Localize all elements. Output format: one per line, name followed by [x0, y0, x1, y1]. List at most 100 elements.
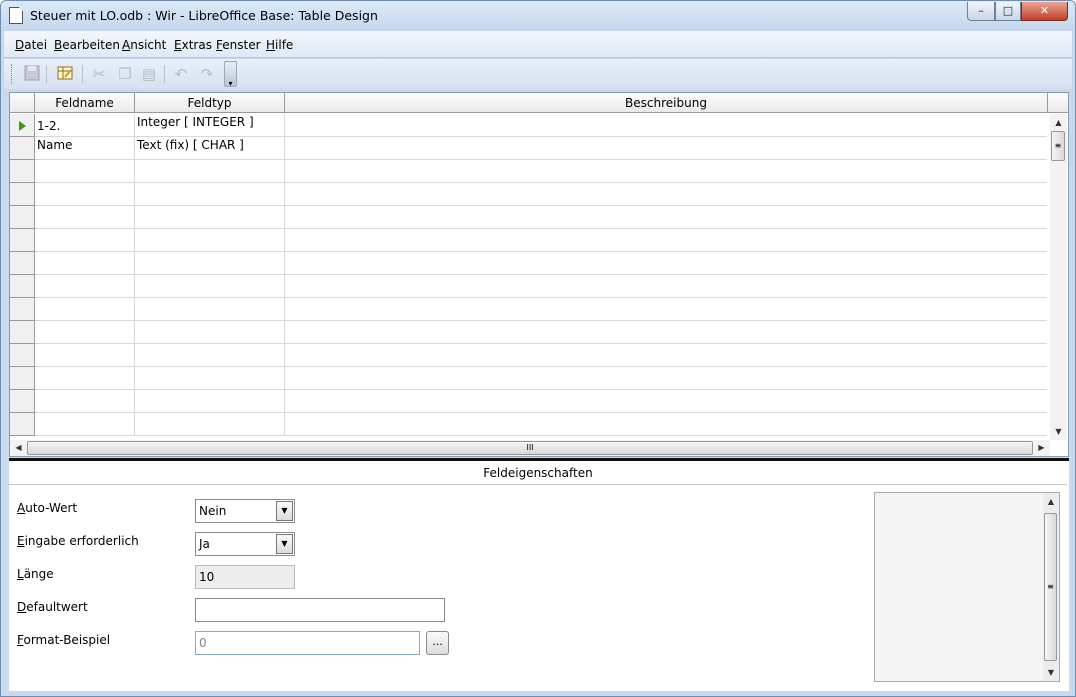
table-row[interactable]: [10, 390, 1047, 413]
undo-icon[interactable]: ↶: [171, 64, 191, 84]
table-row[interactable]: [10, 160, 1047, 183]
cell-feldtyp[interactable]: Integer [ INTEGER ]: [135, 114, 285, 137]
scroll-down-icon[interactable]: ▼: [1050, 423, 1067, 440]
row-header[interactable]: [10, 183, 35, 206]
cell-feldtyp[interactable]: [135, 252, 285, 275]
cell-beschreibung[interactable]: [285, 114, 1047, 137]
row-header[interactable]: [10, 252, 35, 275]
row-header[interactable]: [10, 275, 35, 298]
cell-feldtyp[interactable]: [135, 344, 285, 367]
row-header[interactable]: [10, 390, 35, 413]
cell-feldtyp[interactable]: [135, 413, 285, 436]
row-header[interactable]: [10, 206, 35, 229]
cell-feldname[interactable]: [35, 183, 135, 206]
scroll-up-icon[interactable]: ▲: [1050, 114, 1067, 131]
cut-icon[interactable]: ✂: [89, 64, 109, 84]
column-header-feldname[interactable]: Feldname: [35, 93, 135, 113]
menu-fenster[interactable]: Fenster: [216, 38, 261, 52]
cell-feldname[interactable]: [35, 298, 135, 321]
row-header[interactable]: [10, 137, 35, 160]
cell-feldtyp[interactable]: [135, 160, 285, 183]
copy-icon[interactable]: ❐: [115, 64, 135, 84]
table-row[interactable]: [10, 344, 1047, 367]
cell-feldname[interactable]: Name: [35, 137, 135, 160]
edit-index-icon[interactable]: [55, 64, 75, 84]
row-header[interactable]: [10, 413, 35, 436]
maximize-button[interactable]: □: [995, 2, 1021, 21]
cell-feldtyp[interactable]: [135, 321, 285, 344]
menu-ansicht[interactable]: Ansicht: [122, 38, 166, 52]
cell-feldtyp[interactable]: [135, 206, 285, 229]
scroll-up-icon[interactable]: ▲: [1043, 493, 1059, 510]
cell-feldname[interactable]: [35, 321, 135, 344]
redo-icon[interactable]: ↷: [197, 64, 217, 84]
horizontal-scrollbar[interactable]: ◀ III ▶: [10, 440, 1050, 456]
cell-feldname[interactable]: 1-2.: [35, 114, 135, 137]
table-row[interactable]: 1-2. Integer [ INTEGER ]: [10, 114, 1047, 137]
table-row[interactable]: [10, 413, 1047, 436]
row-header[interactable]: [10, 160, 35, 183]
cell-feldname[interactable]: [35, 206, 135, 229]
cell-feldtyp[interactable]: [135, 367, 285, 390]
format-beispiel-field[interactable]: 0: [195, 631, 420, 655]
row-header[interactable]: [10, 321, 35, 344]
scroll-right-icon[interactable]: ▶: [1033, 440, 1050, 456]
defaultwert-field[interactable]: [195, 598, 445, 622]
auto-wert-select[interactable]: Nein ▼: [195, 499, 295, 523]
vertical-scrollbar[interactable]: ▲ ≡ ▼: [1050, 114, 1067, 440]
cell-beschreibung[interactable]: [285, 137, 1047, 160]
cell-feldtyp[interactable]: Text (fix) [ CHAR ]: [135, 137, 285, 160]
cell-feldtyp[interactable]: [135, 298, 285, 321]
row-header[interactable]: [10, 229, 35, 252]
scroll-down-icon[interactable]: ▼: [1043, 664, 1059, 681]
table-row[interactable]: [10, 298, 1047, 321]
cell-feldtyp[interactable]: [135, 229, 285, 252]
cell-feldname[interactable]: [35, 275, 135, 298]
cell-feldtyp[interactable]: [135, 275, 285, 298]
table-row[interactable]: [10, 229, 1047, 252]
help-scrollbar[interactable]: ▲ ≡ ▼: [1043, 493, 1059, 681]
table-row[interactable]: [10, 275, 1047, 298]
chevron-down-icon[interactable]: ▼: [276, 534, 293, 554]
cell-feldname[interactable]: [35, 413, 135, 436]
eingabe-erforderlich-select[interactable]: Ja ▼: [195, 532, 295, 556]
laenge-field[interactable]: 10: [195, 565, 295, 589]
row-header[interactable]: [10, 114, 35, 137]
column-header-feldtyp[interactable]: Feldtyp: [135, 93, 285, 113]
cell-feldtyp[interactable]: [135, 390, 285, 413]
menu-bearbeiten[interactable]: Bearbeiten: [54, 38, 120, 52]
horizontal-scroll-thumb[interactable]: III: [27, 441, 1033, 455]
vertical-scroll-thumb[interactable]: ≡: [1051, 131, 1065, 161]
column-header-beschreibung[interactable]: Beschreibung: [285, 93, 1048, 113]
table-row[interactable]: [10, 321, 1047, 344]
minimize-button[interactable]: –: [967, 2, 995, 21]
chevron-down-icon[interactable]: ▼: [276, 501, 293, 521]
table-row[interactable]: [10, 367, 1047, 390]
close-button[interactable]: ✕: [1021, 2, 1068, 21]
table-row[interactable]: Name Text (fix) [ CHAR ]: [10, 137, 1047, 160]
cell-feldname[interactable]: [35, 367, 135, 390]
row-header[interactable]: [10, 367, 35, 390]
title-bar[interactable]: Steuer mit LO.odb : Wir - LibreOffice Ba…: [1, 1, 1075, 31]
cell-feldname[interactable]: [35, 344, 135, 367]
cell-feldtyp[interactable]: [135, 183, 285, 206]
row-header[interactable]: [10, 344, 35, 367]
menu-datei[interactable]: Datei: [15, 38, 47, 52]
table-row[interactable]: [10, 183, 1047, 206]
cell-feldname[interactable]: [35, 229, 135, 252]
scroll-left-icon[interactable]: ◀: [10, 440, 27, 456]
format-button[interactable]: ...: [426, 631, 449, 655]
save-icon[interactable]: [22, 64, 42, 84]
toolbar-grip[interactable]: [11, 64, 14, 84]
cell-feldname[interactable]: [35, 160, 135, 183]
cell-feldname[interactable]: [35, 252, 135, 275]
toolbar-overflow-button[interactable]: ▾: [224, 61, 237, 88]
row-header[interactable]: [10, 298, 35, 321]
paste-icon[interactable]: ▤: [139, 64, 159, 84]
table-row[interactable]: [10, 206, 1047, 229]
help-scroll-thumb[interactable]: ≡: [1044, 513, 1057, 661]
menu-extras[interactable]: Extras: [174, 38, 212, 52]
cell-feldname[interactable]: [35, 390, 135, 413]
menu-hilfe[interactable]: Hilfe: [266, 38, 293, 52]
table-row[interactable]: [10, 252, 1047, 275]
